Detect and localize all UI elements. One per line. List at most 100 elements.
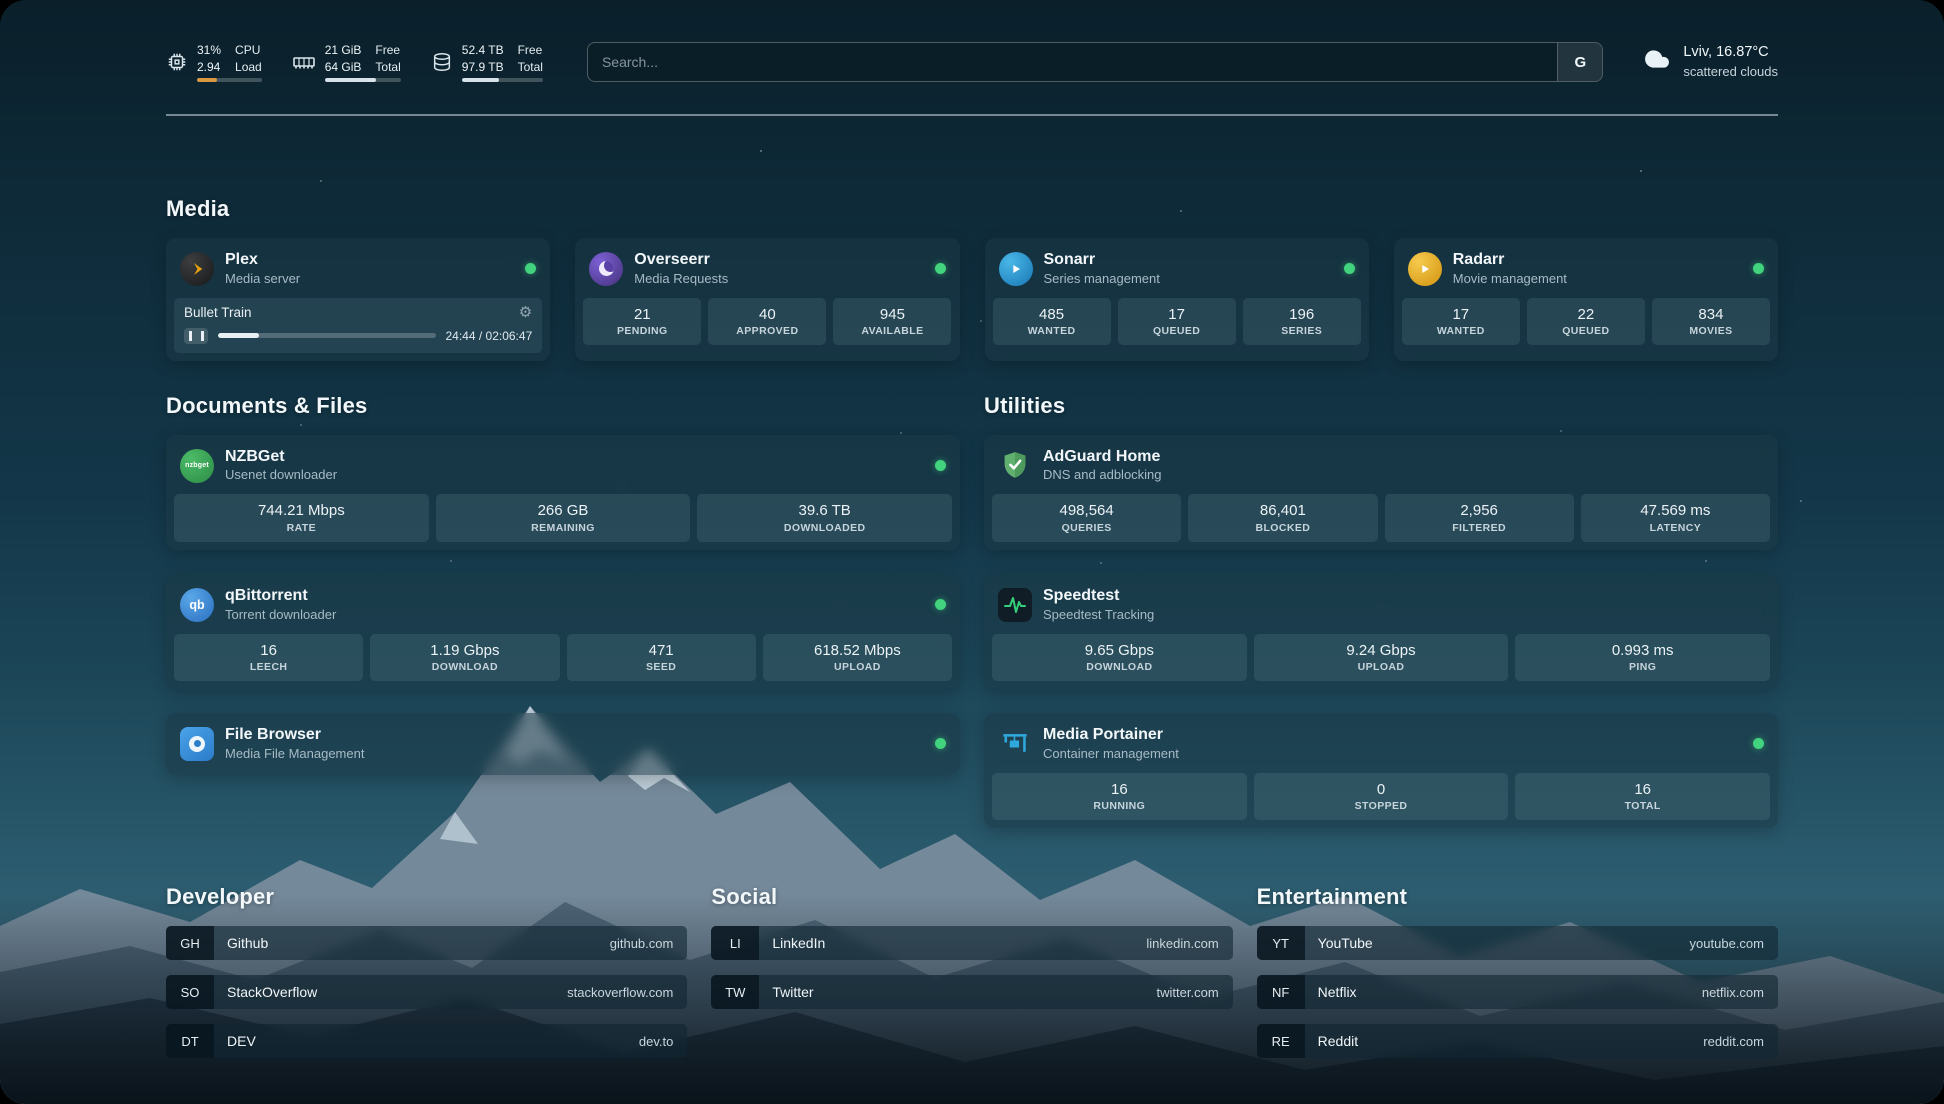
stat-box: 945AVAILABLE <box>833 298 951 346</box>
bookmark-reddit[interactable]: RE Reddit reddit.com <box>1257 1024 1778 1058</box>
service-desc: Media server <box>225 271 300 288</box>
section-title-media: Media <box>166 196 1778 222</box>
card-radarr[interactable]: Radarr Movie management 17WANTED 22QUEUE… <box>1394 238 1778 361</box>
bookmark-name: LinkedIn <box>759 926 1146 960</box>
card-plex[interactable]: Plex Media server Bullet Train ⚙ 24:44 /… <box>166 238 550 361</box>
service-name: Radarr <box>1453 250 1567 271</box>
stat-box: 40APPROVED <box>708 298 826 346</box>
top-bar: 31% 2.94 CPU Load <box>166 0 1778 88</box>
bookmark-github[interactable]: GH Github github.com <box>166 926 687 960</box>
search-provider-button[interactable]: G <box>1557 43 1602 81</box>
plex-icon <box>180 252 214 286</box>
stat-box: 22QUEUED <box>1527 298 1645 346</box>
stat-box: 485WANTED <box>993 298 1111 346</box>
stat-box: 2,956FILTERED <box>1385 494 1574 542</box>
bookmark-url: github.com <box>610 926 688 960</box>
bookmark-dev[interactable]: DT DEV dev.to <box>166 1024 687 1058</box>
bookmark-youtube[interactable]: YT YouTube youtube.com <box>1257 926 1778 960</box>
card-nzbget[interactable]: nzbget NZBGet Usenet downloader 744.21 M… <box>166 435 960 550</box>
card-qbittorrent[interactable]: qb qBittorrent Torrent downloader 16LEEC… <box>166 574 960 689</box>
bookmark-abbr: NF <box>1257 975 1305 1009</box>
service-name: Plex <box>225 250 300 271</box>
card-portainer[interactable]: Media Portainer Container management 16R… <box>984 713 1778 828</box>
sonarr-icon <box>999 252 1033 286</box>
card-speedtest[interactable]: Speedtest Speedtest Tracking 9.65 GbpsDO… <box>984 574 1778 689</box>
card-adguard[interactable]: AdGuard Home DNS and adblocking 498,564Q… <box>984 435 1778 550</box>
stat-box: 0.993 msPING <box>1515 634 1770 682</box>
bookmark-name: Netflix <box>1305 975 1702 1009</box>
service-name: qBittorrent <box>225 586 336 607</box>
playback-progress-bar <box>218 333 436 338</box>
status-dot <box>935 460 946 471</box>
stat-box: 17QUEUED <box>1118 298 1236 346</box>
playback-time: 24:44 / 02:06:47 <box>446 329 533 343</box>
documents-column: Documents & Files nzbget NZBGet Usenet d… <box>166 393 960 775</box>
portainer-icon <box>998 727 1032 761</box>
stat-box: 834MOVIES <box>1652 298 1770 346</box>
card-overseerr[interactable]: Overseerr Media Requests 21PENDING 40APP… <box>575 238 959 361</box>
bookmark-stackoverflow[interactable]: SO StackOverflow stackoverflow.com <box>166 975 687 1009</box>
plex-now-playing: Bullet Train ⚙ 24:44 / 02:06:47 <box>174 298 542 353</box>
disk-total: 97.9 TB <box>462 59 504 76</box>
bookmark-url: reddit.com <box>1703 1024 1778 1058</box>
stat-box: 498,564QUERIES <box>992 494 1181 542</box>
stat-box: 21PENDING <box>583 298 701 346</box>
status-dot <box>1344 263 1355 274</box>
card-sonarr[interactable]: Sonarr Series management 485WANTED 17QUE… <box>985 238 1369 361</box>
bookmark-url: dev.to <box>639 1024 687 1058</box>
cpu-load: 2.94 <box>197 59 221 76</box>
stat-box: 16LEECH <box>174 634 363 682</box>
section-title-developer: Developer <box>166 884 687 910</box>
bookmark-abbr: TW <box>711 975 759 1009</box>
memory-free: 21 GiB <box>325 42 362 59</box>
service-name: AdGuard Home <box>1043 447 1162 468</box>
service-name: Sonarr <box>1044 250 1160 271</box>
bookmark-netflix[interactable]: NF Netflix netflix.com <box>1257 975 1778 1009</box>
pause-button[interactable] <box>184 328 208 344</box>
bookmark-abbr: DT <box>166 1024 214 1058</box>
bookmark-abbr: GH <box>166 926 214 960</box>
search-input[interactable] <box>588 43 1557 81</box>
search-bar: G <box>587 42 1603 82</box>
stat-box: 86,401BLOCKED <box>1188 494 1377 542</box>
bookmark-name: YouTube <box>1305 926 1690 960</box>
bookmark-twitter[interactable]: TW Twitter twitter.com <box>711 975 1232 1009</box>
cpu-label-2: Load <box>235 59 262 76</box>
cpu-icon <box>166 51 188 73</box>
qbittorrent-icon: qb <box>180 588 214 622</box>
stat-box: 39.6 TBDOWNLOADED <box>697 494 952 542</box>
speedtest-icon <box>998 588 1032 622</box>
status-dot <box>525 263 536 274</box>
service-name: Speedtest <box>1043 586 1154 607</box>
disk-icon <box>431 51 453 73</box>
topbar-divider <box>166 114 1778 116</box>
service-desc: Series management <box>1044 271 1160 288</box>
bookmarks-social: Social LI LinkedIn linkedin.com TW Twitt… <box>711 884 1232 1009</box>
bookmark-linkedin[interactable]: LI LinkedIn linkedin.com <box>711 926 1232 960</box>
bookmarks-developer: Developer GH Github github.com SO StackO… <box>166 884 687 1058</box>
bookmark-name: StackOverflow <box>214 975 567 1009</box>
status-dot <box>935 263 946 274</box>
disk-progress-bar <box>462 78 543 82</box>
stat-box: 9.65 GbpsDOWNLOAD <box>992 634 1247 682</box>
weather-condition: scattered clouds <box>1683 63 1778 81</box>
memory-label: Free <box>375 42 400 59</box>
card-filebrowser[interactable]: File Browser Media File Management <box>166 713 960 775</box>
service-name: File Browser <box>225 725 364 746</box>
gear-icon[interactable]: ⚙ <box>519 305 532 320</box>
status-dot <box>1753 738 1764 749</box>
bookmark-name: Github <box>214 926 610 960</box>
service-name: NZBGet <box>225 447 337 468</box>
memory-progress-bar <box>325 78 401 82</box>
service-desc: Media File Management <box>225 746 364 763</box>
bookmark-name: DEV <box>214 1024 639 1058</box>
memory-widget: 21 GiB 64 GiB Free Total <box>292 42 401 83</box>
filebrowser-icon <box>180 727 214 761</box>
bookmark-url: youtube.com <box>1690 926 1778 960</box>
stat-box: 196SERIES <box>1243 298 1361 346</box>
service-desc: Movie management <box>1453 271 1567 288</box>
nzbget-icon: nzbget <box>180 449 214 483</box>
section-title-documents: Documents & Files <box>166 393 960 419</box>
status-dot <box>935 738 946 749</box>
service-name: Media Portainer <box>1043 725 1179 746</box>
